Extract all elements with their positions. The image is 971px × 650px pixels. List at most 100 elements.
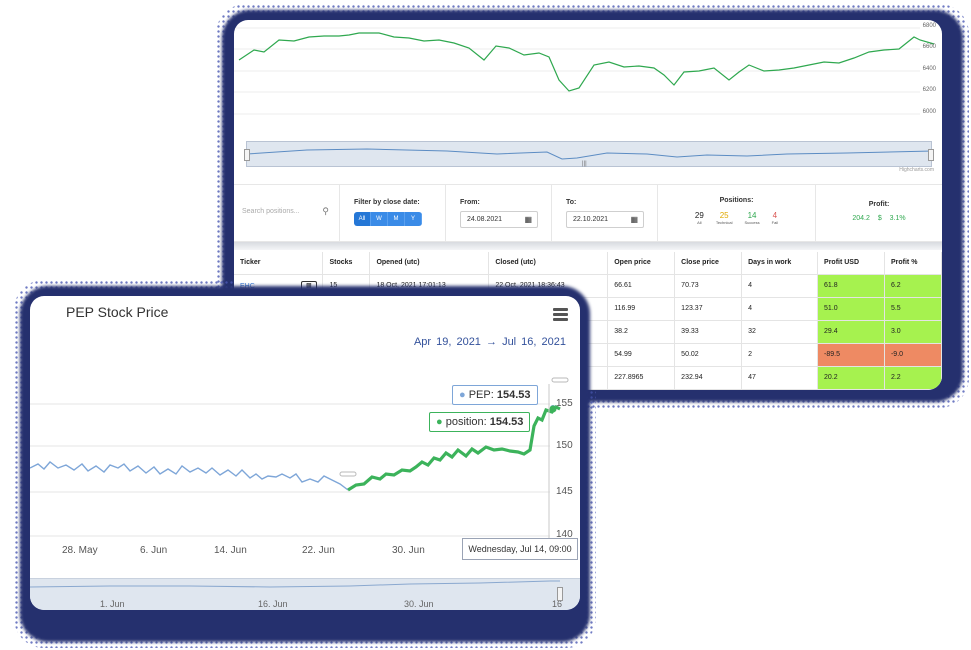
- navigator-right-handle[interactable]: [557, 587, 563, 601]
- column-header[interactable]: Stocks: [322, 252, 371, 275]
- to-label: To:: [566, 199, 577, 206]
- pep-tooltip: ● PEP: 154.53: [452, 385, 538, 405]
- column-header[interactable]: Opened (utc): [369, 252, 490, 275]
- filter-label: Filter by close date:: [354, 199, 420, 206]
- cell-profit-usd: 29.4: [817, 320, 885, 344]
- positions-count: 29: [694, 211, 704, 220]
- search-section: Search positions... ⚲: [234, 185, 340, 241]
- x-axis-tick: 22. Jun: [302, 545, 335, 556]
- navigator-right-handle[interactable]: [928, 149, 934, 161]
- calendar-icon[interactable]: ▦: [630, 212, 638, 227]
- profit-usd: 204.2 $: [852, 215, 882, 222]
- column-header[interactable]: Days in work: [741, 252, 819, 275]
- positions-summary: Positions: 29 All 25 Technical 14 Succes…: [658, 185, 816, 241]
- from-date-value: 24.08.2021: [467, 216, 503, 223]
- cell-open-price: 38.2: [607, 320, 676, 344]
- to-date-input[interactable]: 22.10.2021 ▦: [566, 211, 644, 228]
- calendar-icon[interactable]: ▦: [524, 212, 532, 227]
- cell-close-price: 50.02: [674, 343, 743, 367]
- cell-profit-usd: 51.0: [817, 297, 885, 321]
- tooltip-value: 154.53: [496, 389, 531, 401]
- y-axis-tick: 150: [556, 440, 573, 451]
- y-axis-tick: 155: [556, 398, 573, 409]
- table-header-row: Ticker Stocks Opened (utc) Closed (utc) …: [234, 252, 942, 275]
- y-axis-tick: 6800: [922, 23, 936, 29]
- y-axis-tick: 6600: [922, 44, 936, 50]
- profit-title: Profit:: [868, 201, 890, 208]
- positions-label: Success: [744, 220, 760, 225]
- range-navigator[interactable]: 1. Jun 16. Jun 30. Jun 16: [30, 578, 580, 610]
- crosshair-date-label: Wednesday, Jul 14, 09:00: [462, 538, 578, 560]
- period-month-button[interactable]: M: [388, 212, 405, 226]
- cell-profit-pct: 3.0: [884, 320, 942, 344]
- positions-count: 14: [747, 211, 757, 220]
- positions-all[interactable]: 29 All: [695, 211, 704, 225]
- cell-profit-pct: 6.2: [884, 274, 942, 298]
- period-year-button[interactable]: Y: [405, 212, 422, 226]
- from-date-input[interactable]: 24.08.2021 ▦: [460, 211, 538, 228]
- period-all-button[interactable]: All: [354, 212, 371, 226]
- from-date-section: From: 24.08.2021 ▦: [446, 185, 552, 241]
- column-header[interactable]: Ticker: [234, 252, 324, 275]
- positions-count: 25: [719, 211, 729, 220]
- x-axis-tick: 14. Jun: [214, 545, 247, 556]
- positions-success[interactable]: 14 Success: [745, 211, 760, 225]
- date-range-display[interactable]: Apr 19, 2021 → Jul 16, 2021: [414, 336, 566, 348]
- column-header[interactable]: Profit %: [884, 252, 942, 275]
- navigator-left-handle[interactable]: [244, 149, 250, 161]
- selection-start-marker: [339, 471, 357, 477]
- marketing-composite: 6800 6600 6400 6200 6000 ||| Highcharts.…: [0, 0, 971, 650]
- y-axis-tick: 6200: [922, 87, 936, 93]
- profit-values: 204.2 $ 3.1%: [816, 215, 942, 222]
- range-to[interactable]: Jul 16, 2021: [502, 336, 566, 348]
- positions-title: Positions:: [719, 197, 754, 204]
- cell-profit-usd: 20.2: [817, 366, 885, 390]
- column-header[interactable]: Open price: [607, 252, 676, 275]
- chart-title: PEP Stock Price: [66, 304, 169, 320]
- cell-profit-pct: 2.2: [884, 366, 942, 390]
- cell-close-price: 39.33: [674, 320, 743, 344]
- pep-price-line: [30, 461, 349, 491]
- x-axis-tick: 6. Jun: [140, 545, 168, 556]
- cell-days: 2: [741, 343, 819, 367]
- position-tooltip: ● position: 154.53: [429, 412, 531, 432]
- x-axis-tick: 28. May: [62, 545, 98, 556]
- cell-days: 47: [741, 366, 819, 390]
- stock-chart-card: PEP Stock Price Apr 19, 2021 → Jul 16, 2…: [30, 296, 580, 610]
- positions-label: All: [697, 220, 702, 225]
- to-date-value: 22.10.2021: [573, 216, 609, 223]
- column-header[interactable]: Close price: [674, 252, 743, 275]
- cell-open-price: 66.61: [607, 274, 676, 298]
- navigator-tick: 30. Jun: [404, 599, 434, 609]
- positions-label: Fail: [771, 220, 779, 225]
- search-input[interactable]: Search positions...: [242, 208, 300, 215]
- column-header[interactable]: Closed (utc): [488, 252, 609, 275]
- range-navigator[interactable]: [244, 141, 934, 167]
- cell-open-price: 227.8965: [607, 366, 676, 390]
- tooltip-value: 154.53: [489, 416, 524, 428]
- tooltip-label: PEP:: [468, 389, 494, 401]
- cell-open-price: 54.99: [607, 343, 676, 367]
- range-from[interactable]: Apr 19, 2021: [414, 336, 481, 348]
- menu-icon[interactable]: [553, 308, 568, 323]
- cell-close-price: 123.37: [674, 297, 743, 321]
- cell-days: 32: [741, 320, 819, 344]
- series-dot-icon: ●: [459, 389, 466, 401]
- navigator-scroll-grip[interactable]: |||: [582, 161, 587, 167]
- to-date-section: To: 22.10.2021 ▦: [552, 185, 658, 241]
- y-axis-tick: 6400: [922, 66, 936, 72]
- profit-pct: 3.1%: [889, 215, 906, 222]
- navigator-tick: 16. Jun: [258, 599, 288, 609]
- x-axis-tick: 30. Jun: [392, 545, 425, 556]
- navigator-tick: 1. Jun: [100, 599, 125, 609]
- cell-days: 4: [741, 274, 819, 298]
- positions-technical[interactable]: 25 Technical: [716, 211, 733, 225]
- positions-label: Technical: [715, 220, 733, 225]
- portfolio-line: [238, 32, 935, 92]
- column-header[interactable]: Profit USD: [817, 252, 885, 275]
- period-week-button[interactable]: W: [371, 212, 388, 226]
- cell-profit-usd: 61.8: [817, 274, 885, 298]
- cell-profit-usd: -89.5: [817, 343, 885, 367]
- search-icon[interactable]: ⚲: [322, 206, 329, 217]
- positions-fail[interactable]: 4 Fail: [772, 211, 778, 225]
